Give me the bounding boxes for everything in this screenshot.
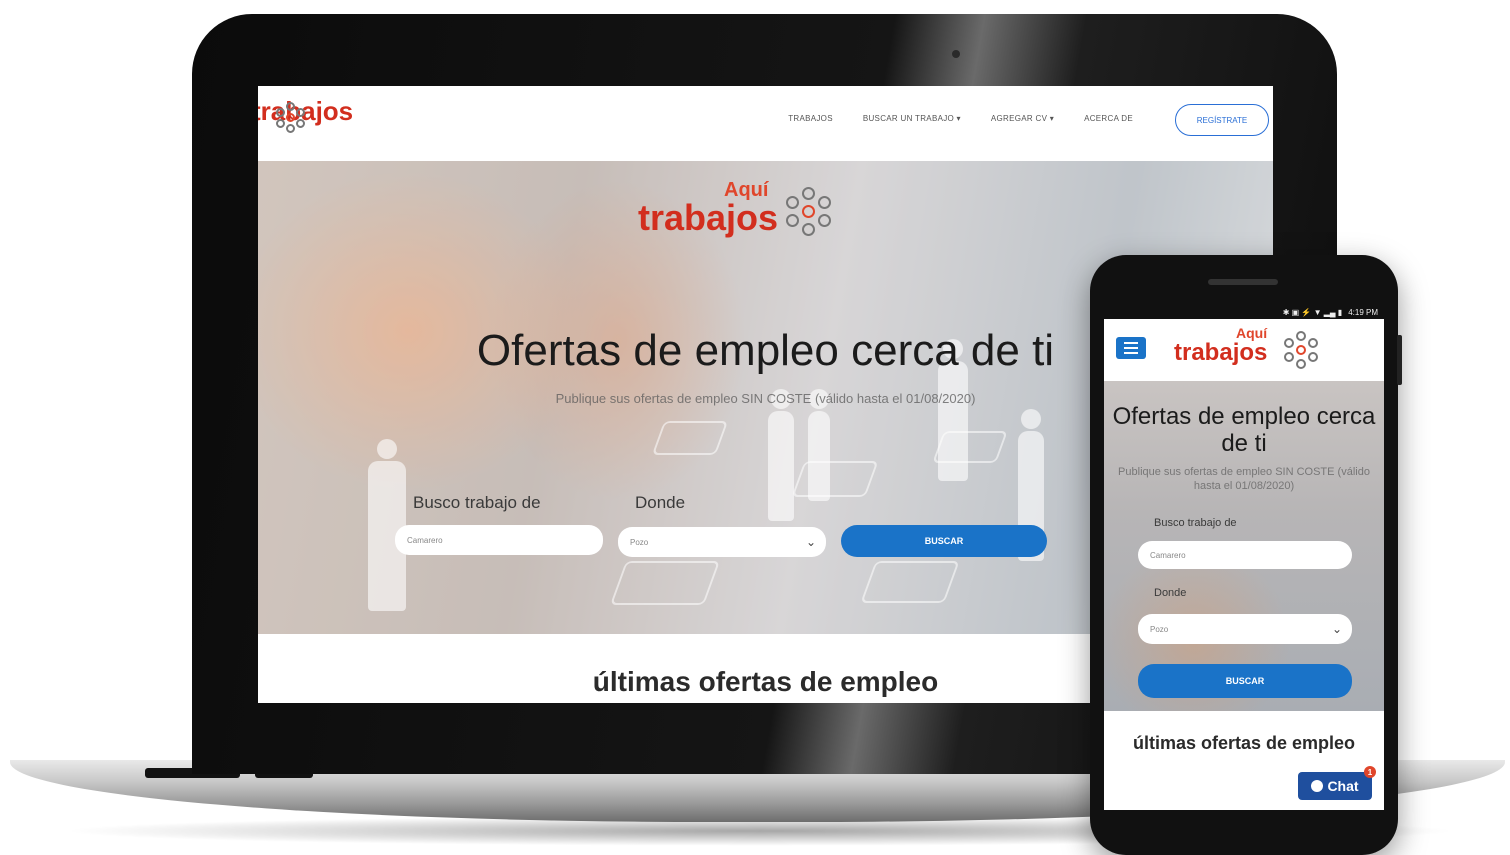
logo-dots-icon — [786, 187, 832, 237]
mobile-where-label: Donde — [1154, 587, 1187, 599]
mobile-latest-offers-heading: últimas ofertas de empleo — [1132, 733, 1356, 753]
logo-dots-icon — [1284, 331, 1318, 369]
mobile-logo[interactable]: Aquí trabajos — [1174, 325, 1318, 369]
mobile-location-select[interactable]: Pozo ⌄ — [1138, 614, 1352, 644]
chevron-down-icon: ⌄ — [805, 535, 816, 549]
logo-aqui: Aquí — [1236, 325, 1268, 341]
top-navbar: trabajos TRABAJOS BUSCAR UN TRABAJO ▾ AG… — [258, 86, 1273, 161]
laptop-camera — [952, 50, 960, 58]
mobile-job-search-input[interactable]: Camarero — [1138, 541, 1352, 569]
logo-wordmark: trabajos — [1174, 339, 1268, 366]
location-select[interactable]: Pozo ⌄ — [618, 527, 826, 557]
logo-aqui: Aquí — [724, 179, 769, 201]
job-label: Busco trabajo de — [413, 493, 541, 512]
hero-logo: Aquí trabajos — [638, 179, 831, 239]
phone-device: ✱ ▣ ⚡ ▼ ▂▄ ▮ 4:19 PM Aquí trabajos Ofert… — [1090, 255, 1402, 855]
nav-item-trabajos[interactable]: TRABAJOS — [788, 114, 833, 123]
mobile-hero: Ofertas de empleo cerca de ti Publique s… — [1104, 381, 1384, 711]
location-select-value: Pozo — [630, 537, 649, 547]
phone-speaker — [1208, 279, 1278, 285]
phone-side-button — [1397, 335, 1402, 385]
chat-notification-badge: 1 — [1364, 766, 1376, 778]
chevron-down-icon: ⌄ — [1331, 622, 1342, 636]
search-button[interactable]: BUSCAR — [841, 525, 1047, 557]
mobile-search-button[interactable]: BUSCAR — [1138, 664, 1352, 698]
mobile-hero-subtitle: Publique sus ofertas de empleo SIN COSTE… — [1118, 466, 1370, 492]
hamburger-menu-icon[interactable] — [1116, 337, 1146, 359]
mobile-navbar: Aquí trabajos — [1104, 319, 1384, 381]
nav-item-agregar-cv[interactable]: AGREGAR CV ▾ — [991, 114, 1054, 123]
nav-item-acerca-de[interactable]: ACERCA DE — [1084, 114, 1133, 123]
phone-screen: ✱ ▣ ⚡ ▼ ▂▄ ▮ 4:19 PM Aquí trabajos Ofert… — [1104, 305, 1384, 810]
navbar-logo-dots-icon — [276, 102, 306, 133]
where-label: Donde — [635, 493, 686, 512]
register-button[interactable]: REGÍSTRATE — [1175, 104, 1269, 136]
mobile-job-label: Busco trabajo de — [1154, 517, 1237, 529]
status-time: 4:19 PM — [1348, 307, 1378, 317]
job-search-input[interactable]: Camarero — [395, 525, 603, 555]
nav-menu: TRABAJOS BUSCAR UN TRABAJO ▾ AGREGAR CV … — [788, 114, 1133, 123]
logo-wordmark: trabajos — [638, 197, 779, 238]
mobile-location-select-value: Pozo — [1150, 624, 1169, 634]
mobile-hero-title: Ofertas de empleo cerca de ti — [1112, 403, 1376, 457]
status-bar: ✱ ▣ ⚡ ▼ ▂▄ ▮ 4:19 PM — [1104, 305, 1384, 319]
chat-button[interactable]: Chat 1 — [1298, 766, 1376, 800]
status-icons: ✱ ▣ ⚡ ▼ ▂▄ ▮ — [1282, 307, 1343, 317]
chat-label: Chat — [1327, 778, 1359, 794]
nav-item-buscar-trabajo[interactable]: BUSCAR UN TRABAJO ▾ — [863, 114, 961, 123]
chat-bubble-icon — [1311, 780, 1324, 792]
